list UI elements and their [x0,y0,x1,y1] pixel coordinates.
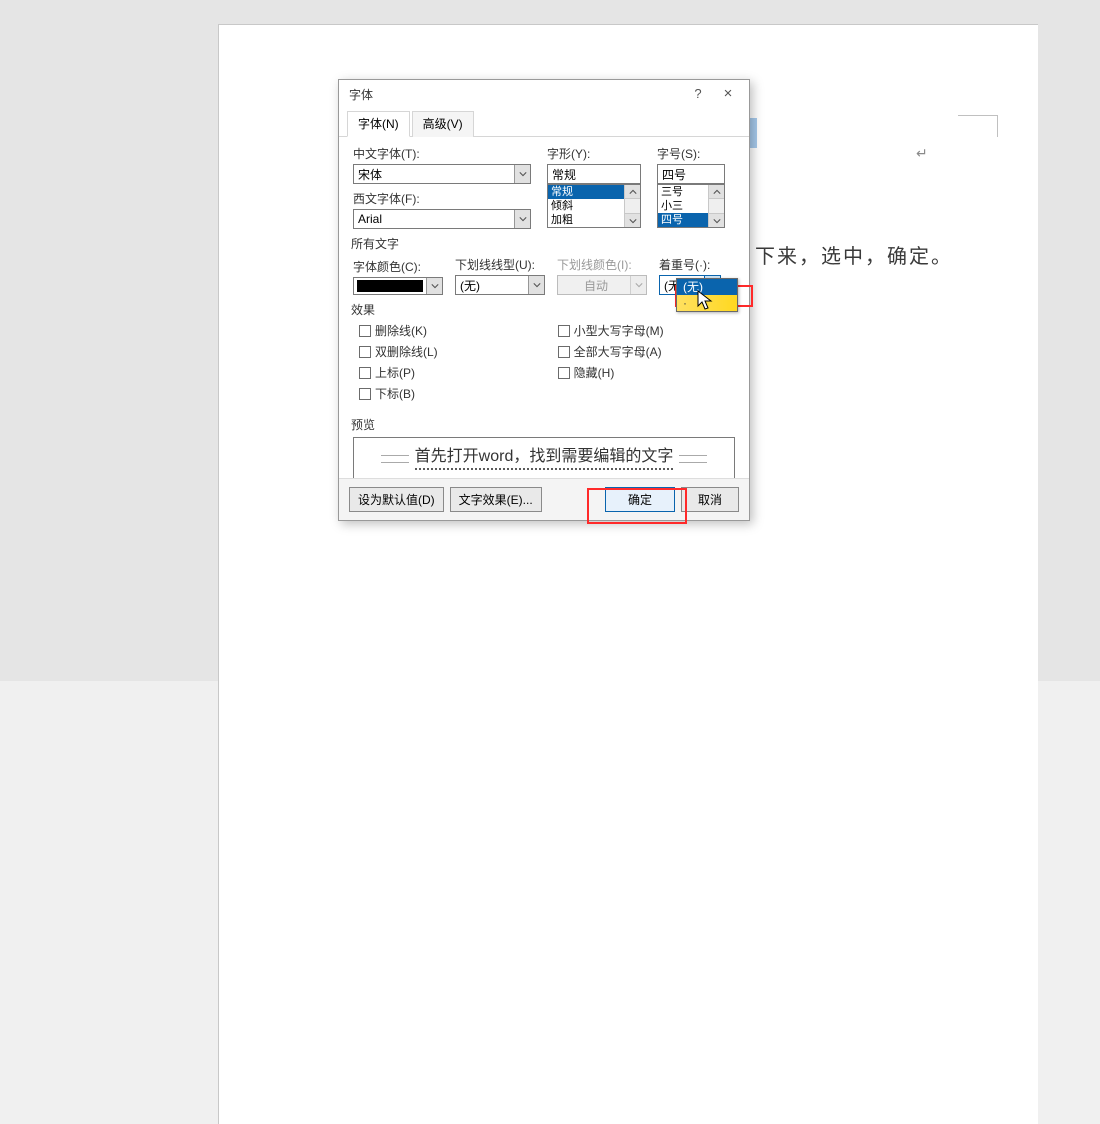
chevron-down-icon[interactable] [514,165,530,183]
checkbox-label: 全部大写字母(A) [574,343,662,360]
scroll-down-icon[interactable] [709,213,724,227]
help-button[interactable]: ? [683,83,713,105]
checkbox-smallcaps[interactable]: 小型大写字母(M) [558,322,664,339]
checkbox-label: 删除线(K) [375,322,427,339]
underline-color-combo: 自动 [557,275,647,295]
scroll-down-icon[interactable] [625,213,640,227]
chevron-down-icon[interactable] [426,278,442,294]
label-underline-color: 下划线颜色(I): [557,256,649,273]
label-font-size: 字号(S): [657,145,727,162]
label-western-font: 西文字体(F): [353,190,533,207]
tab-advanced[interactable]: 高级(V) [412,111,474,137]
checkbox-allcaps[interactable]: 全部大写字母(A) [558,343,664,360]
ok-button[interactable]: 确定 [605,487,675,512]
chevron-down-icon[interactable] [514,210,530,228]
emphasis-dropdown-list[interactable]: (无) · [676,278,738,312]
label-font-style: 字形(Y): [547,145,643,162]
color-preview [357,280,423,292]
dialog-titlebar[interactable]: 字体 ? × [339,80,749,108]
underline-color-value: 自动 [558,277,630,294]
preview-text: 首先打开word，找到需要编辑的文字 [415,442,674,470]
western-font-combo[interactable]: Arial [353,209,531,229]
checkbox-label: 隐藏(H) [574,364,615,381]
font-color-picker[interactable] [353,277,443,295]
tab-font[interactable]: 字体(N) [347,111,410,137]
dropdown-option-dot[interactable]: · [677,295,737,311]
scrollbar[interactable] [624,185,640,227]
chevron-down-icon [630,276,646,294]
font-size-input[interactable]: 四号 [657,164,725,184]
checkbox-label: 小型大写字母(M) [574,322,664,339]
font-style-input[interactable]: 常规 [547,164,641,184]
dropdown-option-none[interactable]: (无) [677,279,737,295]
font-size-value: 四号 [658,166,724,183]
chinese-font-combo[interactable]: 宋体 [353,164,531,184]
checkbox-label: 上标(P) [375,364,415,381]
checkbox-subscript[interactable]: 下标(B) [359,385,438,402]
tab-strip: 字体(N) 高级(V) [339,108,749,137]
scroll-up-icon[interactable] [709,185,724,199]
font-size-list[interactable]: 三号 小三 四号 [657,184,725,228]
label-font-color: 字体颜色(C): [353,258,445,275]
label-underline-style: 下划线线型(U): [455,256,547,273]
label-all-text: 所有文字 [351,235,735,252]
scrollbar[interactable] [708,185,724,227]
western-font-value: Arial [354,212,514,226]
scroll-up-icon[interactable] [625,185,640,199]
checkbox-label: 双删除线(L) [375,343,438,360]
checkbox-strike[interactable]: 删除线(K) [359,322,438,339]
checkbox-label: 下标(B) [375,385,415,402]
chevron-down-icon[interactable] [528,276,544,294]
label-emphasis: 着重号(·): [659,256,731,273]
dialog-footer: 设为默认值(D) 文字效果(E)... 确定 取消 [339,478,749,520]
font-style-list[interactable]: 常规 倾斜 加粗 [547,184,641,228]
preview-area: 首先打开word，找到需要编辑的文字 [353,437,735,481]
checkbox-hidden[interactable]: 隐藏(H) [558,364,664,381]
label-chinese-font: 中文字体(T): [353,145,533,162]
chinese-font-value: 宋体 [354,166,514,183]
cancel-button[interactable]: 取消 [681,487,739,512]
font-style-value: 常规 [548,166,640,183]
paragraph-mark: ↵ [916,145,928,162]
underline-style-value: (无) [456,277,528,294]
checkbox-double-strike[interactable]: 双删除线(L) [359,343,438,360]
text-effects-button[interactable]: 文字效果(E)... [450,487,542,512]
dialog-title: 字体 [349,86,683,103]
underline-style-combo[interactable]: (无) [455,275,545,295]
checkbox-superscript[interactable]: 上标(P) [359,364,438,381]
document-body-text: 下来，选中，确定。 [755,240,953,269]
close-button[interactable]: × [713,83,743,105]
selection-indicator [749,118,757,148]
label-preview: 预览 [351,416,735,433]
set-default-button[interactable]: 设为默认值(D) [349,487,444,512]
